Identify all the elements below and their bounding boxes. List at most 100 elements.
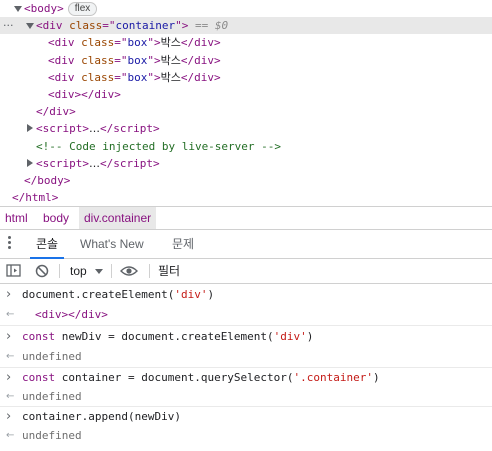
tab-whats-new[interactable]: What's New: [80, 230, 144, 258]
closing-tag: </div>: [81, 88, 121, 101]
closing-tag: </div>: [36, 105, 76, 119]
attribute-value: box: [127, 70, 148, 84]
console-code: const newDiv = document.createElement('d…: [22, 326, 313, 347]
dom-node-line[interactable]: </body>: [0, 172, 492, 189]
console-input-line[interactable]: › const newDiv = document.createElement('…: [0, 325, 492, 347]
sidebar-toggle-icon[interactable]: [6, 259, 22, 283]
opening-tag: <div: [48, 70, 75, 84]
attribute-equals: =": [114, 36, 128, 50]
console-input-line[interactable]: › document.createElement('div'): [0, 284, 492, 305]
code-token-undef: undefined: [22, 390, 82, 403]
code-token-plain: document.createElement(: [22, 288, 175, 301]
dom-node-line[interactable]: </html>: [0, 189, 492, 206]
elements-tree: <body> flex ··· <div class="container"> == …: [0, 0, 492, 206]
code-token-tag: <div></div>: [35, 308, 108, 321]
flex-badge[interactable]: flex: [67, 2, 98, 16]
dom-node-markup: <div class="box">박스</div>: [48, 69, 221, 86]
opening-tag: <script>: [36, 122, 89, 136]
selected-node-marker: == $0: [188, 19, 229, 33]
expand-triangle-icon[interactable]: [27, 158, 33, 167]
dom-node-line[interactable]: <div class="box">박스</div>: [0, 52, 492, 69]
dom-node-line[interactable]: <script>…</script>: [0, 155, 492, 172]
console-code: <div></div>: [35, 305, 108, 325]
code-token-kw: const: [22, 330, 56, 343]
code-token-plain: newDiv = document.createElement(: [55, 330, 274, 343]
dom-node-line[interactable]: <div class="box">박스</div>: [0, 34, 492, 51]
opening-tag: <div: [48, 53, 75, 67]
dom-node-line[interactable]: <body> flex: [0, 0, 492, 17]
context-selector[interactable]: top: [70, 259, 104, 283]
breadcrumb-div-container[interactable]: div.container: [79, 207, 157, 229]
drawer-tab-bar: 콘솔 What's New 문제: [0, 230, 492, 259]
console-result-line[interactable]: ← undefined: [0, 346, 492, 367]
prompt-chevron-icon: ›: [6, 329, 12, 344]
dom-node-markup: <div class="container"> == $0: [36, 17, 228, 34]
console-code: container.append(newDiv): [22, 407, 181, 427]
opening-tag: <body: [24, 2, 58, 15]
more-dots-icon[interactable]: ···: [3, 17, 14, 34]
dom-node-line[interactable]: <div class="box">박스</div>: [0, 69, 492, 86]
collapsed-ellipsis: …: [88, 122, 100, 136]
dom-node-markup: <script>…</script>: [36, 120, 160, 137]
node-text: 박스: [160, 53, 181, 67]
closing-tag: </script>: [99, 156, 160, 170]
clear-console-icon[interactable]: [34, 259, 50, 283]
attribute-quote: ": [147, 70, 154, 84]
code-token-str: 'div': [174, 288, 208, 301]
opening-tag: <div: [48, 36, 75, 50]
console-result-line[interactable]: ← <div></div>: [0, 305, 492, 325]
tab-console[interactable]: 콘솔: [29, 230, 65, 259]
dom-node-markup: <!-- Code injected by live-server -->: [36, 138, 281, 155]
breadcrumb-body[interactable]: body: [38, 207, 74, 229]
return-arrow-icon: ←: [6, 391, 15, 402]
dom-node-line[interactable]: </div>: [0, 103, 492, 120]
context-selector-value: top: [70, 264, 87, 278]
closing-tag: </div>: [180, 70, 221, 84]
collapse-triangle-icon[interactable]: [14, 6, 22, 12]
code-token-undef: undefined: [22, 350, 82, 363]
console-result-line[interactable]: ← undefined: [0, 426, 492, 446]
drawer-menu-icon[interactable]: [8, 236, 12, 251]
dom-node-line[interactable]: <!-- Code injected by live-server -->: [0, 138, 492, 155]
code-token-str: '.container': [293, 371, 374, 384]
attribute-name: class: [81, 36, 115, 50]
dom-node-markup: </div>: [36, 103, 76, 120]
attribute-equals: =": [114, 70, 128, 84]
console-log: › document.createElement('div') ← <div></di…: [0, 284, 492, 451]
dom-node-line[interactable]: <script>…</script>: [0, 120, 492, 137]
tag-close-bracket: >: [154, 53, 161, 67]
attribute-name: class: [81, 53, 115, 67]
dom-node-line[interactable]: ··· <div class="container"> == $0: [0, 17, 492, 35]
eye-icon[interactable]: [120, 259, 138, 283]
code-token-plain: ): [306, 330, 314, 343]
return-arrow-icon: ←: [6, 351, 15, 362]
closing-tag: </body>: [24, 174, 71, 187]
code-token-plain: container.append(newDiv): [22, 410, 181, 423]
closing-tag: </div>: [180, 53, 221, 67]
opening-tag: <div: [48, 88, 75, 101]
collapse-triangle-icon[interactable]: [26, 23, 34, 30]
attribute-value: box: [127, 53, 148, 67]
return-arrow-icon: ←: [6, 309, 15, 320]
code-token-plain: ): [373, 371, 380, 384]
dom-node-markup: <div class="box">박스</div>: [48, 52, 221, 69]
console-input-line[interactable]: › container.append(newDiv): [0, 406, 492, 427]
breadcrumb: html body div.container: [0, 206, 492, 230]
prompt-chevron-icon: ›: [6, 370, 12, 385]
collapsed-ellipsis: …: [88, 156, 100, 170]
opening-tag: <script>: [36, 156, 89, 170]
console-code: const container = document.querySelector…: [22, 368, 380, 388]
dom-node-markup: </body>: [24, 172, 70, 189]
dropdown-arrow-icon: [95, 269, 104, 274]
attribute-name: class: [81, 70, 115, 84]
breadcrumb-html[interactable]: html: [0, 207, 33, 229]
console-result-line[interactable]: ← undefined: [0, 387, 492, 406]
console-code: document.createElement('div'): [22, 284, 214, 305]
expand-triangle-icon[interactable]: [27, 124, 33, 133]
dom-node-line[interactable]: <div></div>: [0, 86, 492, 103]
filter-input[interactable]: 필터: [158, 259, 180, 283]
tab-issues[interactable]: 문제: [172, 230, 194, 258]
code-token-str: 'div': [273, 330, 307, 343]
opening-tag: <div: [36, 19, 63, 33]
console-input-line[interactable]: › const container = document.querySelecto…: [0, 367, 492, 388]
